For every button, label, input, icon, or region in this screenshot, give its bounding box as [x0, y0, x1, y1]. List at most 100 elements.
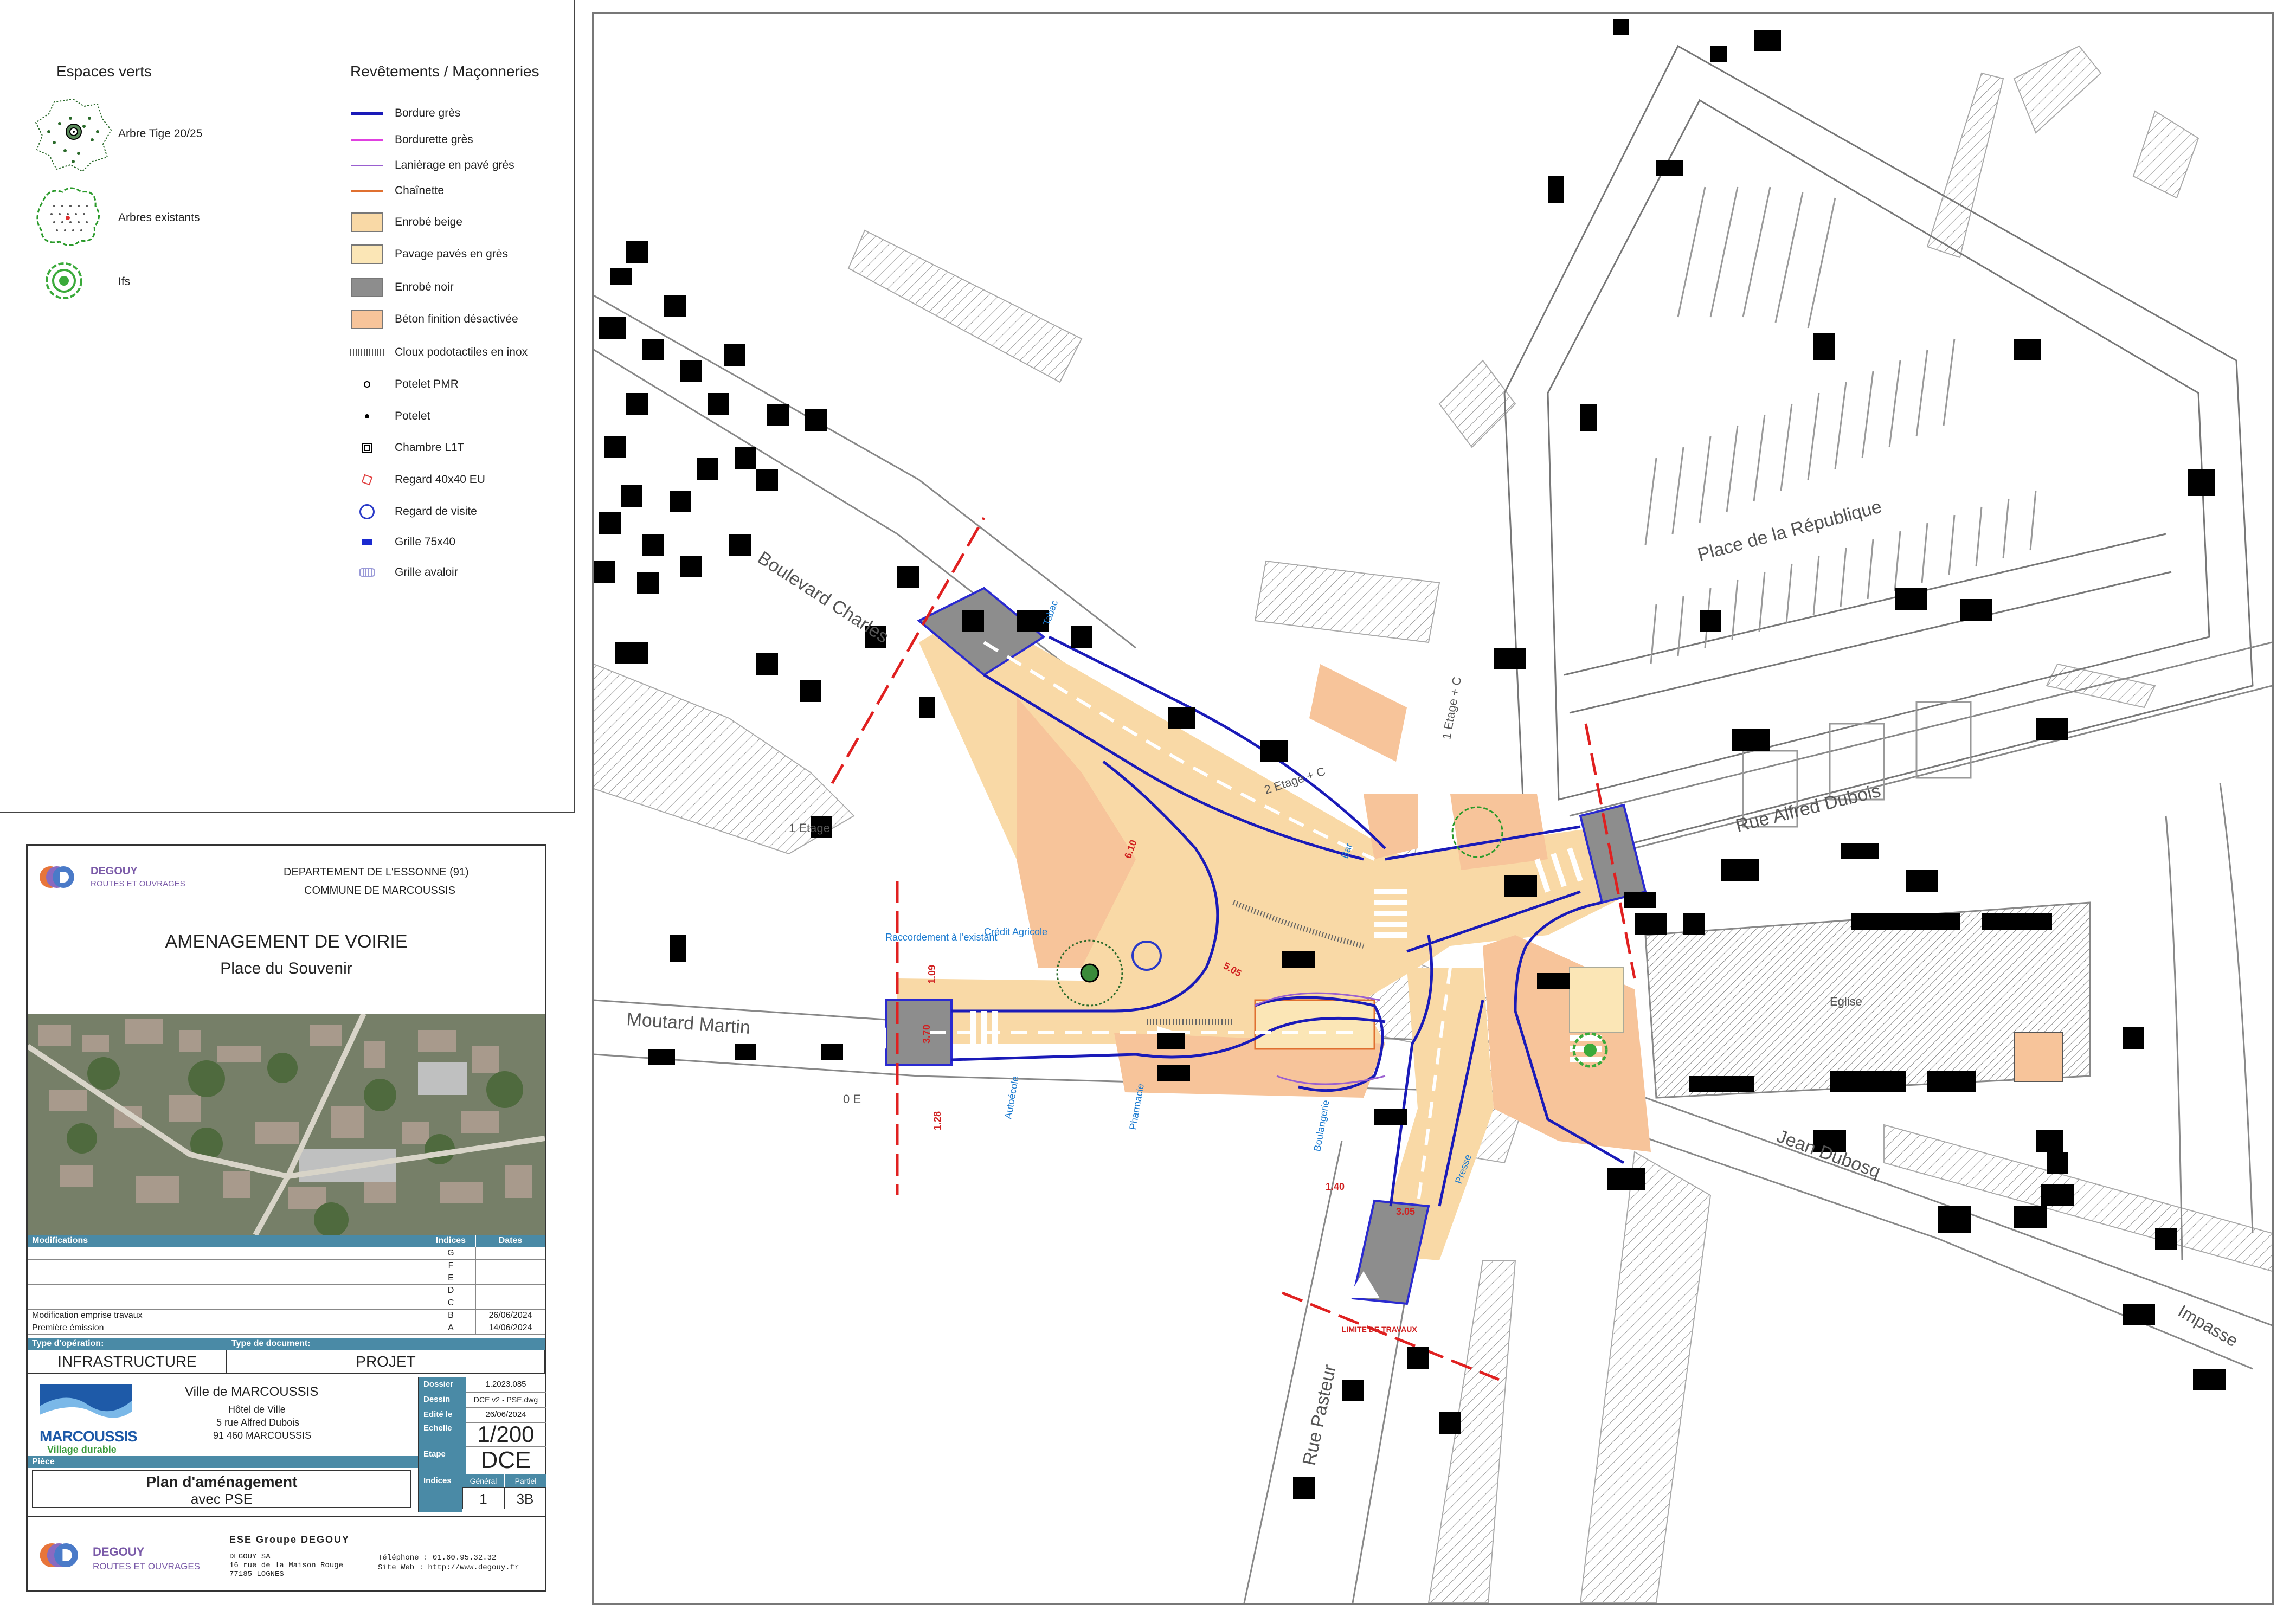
tree-existing-icon: [33, 184, 103, 252]
swatch-icon: [349, 309, 385, 330]
legend-item-enrobe-beige: Enrobé beige: [349, 212, 462, 233]
meta-block: Dossier 1.2023.085 Dessin DCE v2 - PSE.d…: [418, 1377, 546, 1474]
line-icon: [349, 103, 385, 124]
operation-type-header: Type d'opération:: [28, 1338, 227, 1350]
indices-label: Indices: [419, 1474, 462, 1512]
general-value: 1: [462, 1487, 504, 1509]
client-name: Ville de MARCOUSSIS: [185, 1384, 319, 1399]
footer-addr1: 16 rue de la Maison Rouge: [229, 1561, 344, 1570]
footer-tel: Téléphone : 01.60.95.32.32: [378, 1554, 497, 1562]
revision-date: 26/06/2024: [475, 1309, 545, 1322]
revision-date: [475, 1272, 545, 1284]
legend-item-grille-avaloir: Grille avaloir: [349, 562, 458, 583]
label-credit-agricole: Crédit Agricole: [984, 926, 1047, 937]
aerial-photo: [28, 1014, 545, 1235]
rect-icon: [349, 532, 385, 552]
meta-value-echelle: 1/200: [466, 1422, 546, 1447]
revision-label: Première émission: [32, 1323, 104, 1332]
label-alfred-dubois: Rue Alfred Dubois: [1734, 781, 1883, 836]
piece-box: Plan d'aménagement avec PSE: [32, 1470, 411, 1508]
meta-value-etape: DCE: [480, 1447, 531, 1473]
meta-key-edite: Edité le: [419, 1407, 466, 1422]
operation-type: INFRASTRUCTURE: [28, 1350, 227, 1374]
dates-header: Dates: [475, 1235, 545, 1247]
revision-date: [475, 1284, 545, 1297]
dim-1-40: 1.40: [1326, 1181, 1345, 1192]
revision-label: [28, 1297, 426, 1309]
client-block: MARCOUSSIS Village durable Ville de MARC…: [28, 1377, 418, 1457]
client-addr3: 91 460 MARCOUSSIS: [213, 1430, 312, 1441]
general-label: Général: [462, 1474, 504, 1487]
label-boulangerie: Boulangerie: [1311, 1099, 1331, 1152]
revision-label: [28, 1272, 426, 1284]
revision-row: E: [28, 1272, 545, 1285]
label-eglise: Eglise: [1830, 995, 1862, 1008]
label-moutard-martin: Moutard Martin: [626, 1009, 751, 1038]
legend-panel: Espaces verts Revêtements / Maçonneries …: [0, 0, 575, 813]
footer-web: Site Web : http://www.degouy.fr: [378, 1563, 519, 1572]
meta-key-dessin: Dessin: [419, 1392, 466, 1407]
swatch-icon: [349, 244, 385, 265]
degouy-logo-icon: [38, 861, 78, 896]
department-text: DEPARTEMENT DE L'ESSONNE (91): [284, 866, 469, 878]
label-place-republique: Place de la République: [1695, 497, 1884, 565]
building-hatch: [594, 45, 2272, 1603]
limit-label: LIMITE DE TRAVAUX: [1342, 1325, 1417, 1334]
swatch-icon: [349, 277, 385, 298]
revision-header-row: Modifications Indices Dates: [28, 1235, 545, 1247]
piece-header: Pièce: [28, 1456, 418, 1468]
revision-index: F: [426, 1259, 475, 1272]
legend-item-chambre: Chambre L1T: [349, 437, 464, 458]
legend-item-regard-eu: Regard 40x40 EU: [349, 469, 485, 490]
grille-icon: [349, 562, 385, 583]
client-addr2: 5 rue Alfred Dubois: [216, 1417, 300, 1428]
revision-label: [28, 1284, 426, 1297]
label-autoecole: Autoécole: [1002, 1075, 1021, 1119]
revision-date: [475, 1247, 545, 1259]
legend-item-bordure-gres: Bordure grès: [349, 103, 460, 124]
project-subtitle: Place du Souvenir: [220, 959, 352, 977]
dim-3-05: 3.05: [1396, 1206, 1415, 1217]
legend-item-lanierage: Lanièrage en pavé grès: [349, 155, 514, 176]
dim-1-28: 1.28: [932, 1111, 943, 1130]
label-pasteur: Rue Pasteur: [1299, 1363, 1340, 1467]
legend-item-chainette: Chaînette: [349, 181, 444, 201]
footer-company-name: DEGOUY: [93, 1545, 145, 1558]
client-logo-sub: Village durable: [47, 1444, 117, 1455]
regard-icon: [349, 469, 385, 490]
client-addr1: Hôtel de Ville: [228, 1404, 286, 1415]
partial-value: 3B: [504, 1487, 546, 1509]
footer-company-sub: ROUTES ET OUVRAGES: [93, 1561, 201, 1572]
client-logo-text: MARCOUSSIS: [40, 1428, 138, 1445]
hatch-icon: [349, 342, 385, 363]
indices-header: Indices: [426, 1235, 475, 1247]
meta-key-echelle: Echelle: [419, 1422, 466, 1446]
meta-key-etape: Etape: [419, 1446, 466, 1474]
legend-divider: [0, 812, 574, 813]
meta-value-dossier: 1.2023.085: [466, 1377, 546, 1393]
label-raccordement: Raccordement à l'existant: [885, 932, 998, 943]
revision-index: G: [426, 1247, 475, 1259]
revision-label: [28, 1259, 426, 1272]
yew-icon: [43, 260, 85, 304]
footer-sa: DEGOUY SA: [229, 1553, 271, 1561]
dim-3-70: 3.70: [921, 1025, 932, 1044]
label-floor-2: 2 Etage + C: [1263, 764, 1327, 797]
square-icon: [349, 437, 385, 458]
small-circle-icon: [349, 374, 385, 395]
document-type: PROJET: [227, 1350, 545, 1374]
legend-item-regard-visite: Regard de visite: [349, 501, 477, 522]
legend-item-pavage-gres: Pavage pavés en grès: [349, 244, 508, 265]
revision-date: 14/06/2024: [475, 1322, 545, 1334]
revision-row: C: [28, 1297, 545, 1310]
revision-label: [28, 1247, 426, 1259]
legend-tree-new-label: Arbre Tige 20/25: [118, 127, 203, 140]
degouy-footer-logo-icon: [38, 1537, 82, 1576]
revision-label: Modification emprise travaux: [32, 1311, 143, 1320]
circle-icon: [349, 501, 385, 522]
meta-value-edite: 26/06/2024: [466, 1407, 546, 1423]
piece-subtitle: avec PSE: [190, 1491, 253, 1507]
modifications-header: Modifications: [28, 1235, 426, 1247]
legend-item-grille: Grille 75x40: [349, 532, 455, 552]
label-floor-1: 1 Etage: [789, 821, 830, 835]
